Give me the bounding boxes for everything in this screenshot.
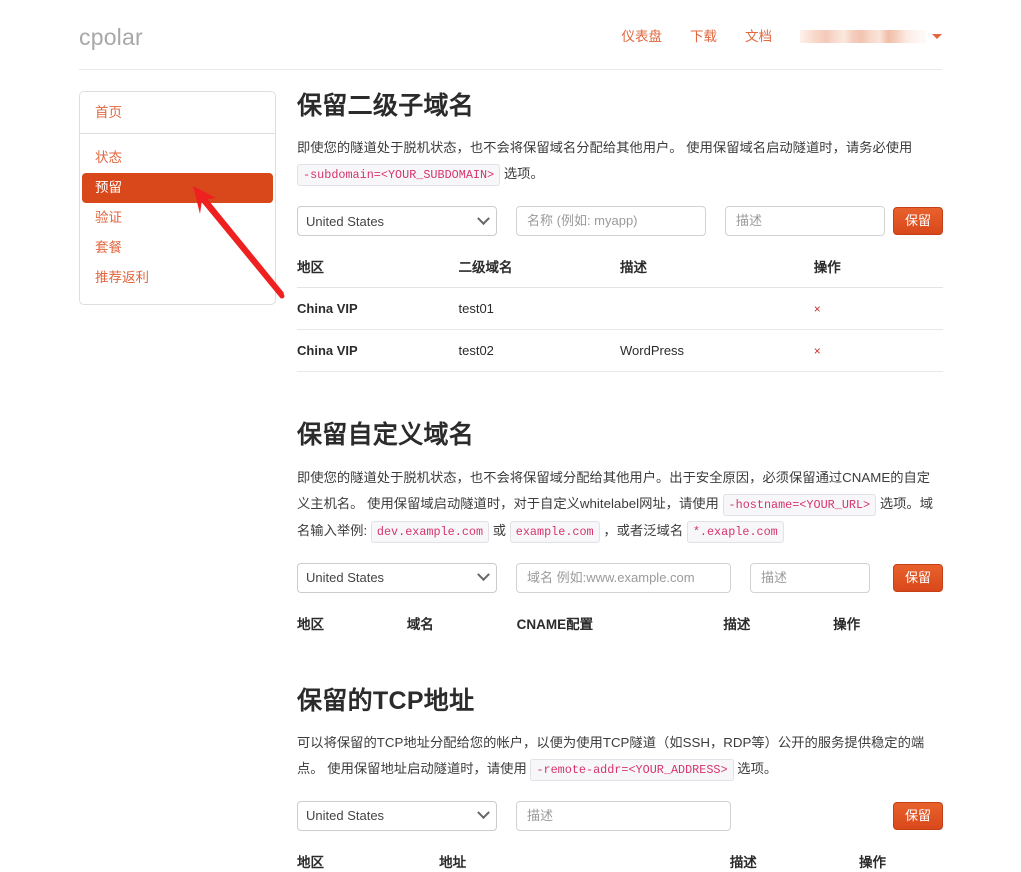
username-redacted [800, 30, 926, 43]
section-description-custom-domain: 即使您的隧道处于脱机状态，也不会将保留域分配给其他用户。出于安全原因，必须保留通… [297, 465, 937, 545]
nav-docs[interactable]: 文档 [731, 30, 786, 44]
section-spacer [297, 644, 943, 686]
reserve-button-subdomain[interactable]: 保留 [893, 207, 943, 235]
custom-domain-desc-input[interactable]: 描述 [750, 563, 870, 593]
sidebar-item-2[interactable]: 预留 [82, 173, 273, 203]
section-title-subdomain: 保留二级子域名 [297, 91, 943, 122]
column-header: 地区 [297, 604, 407, 644]
region-select-custom-domain[interactable]: United States [297, 563, 497, 593]
form-row-subdomain: United States 名称 (例如: myapp) 描述保留 [297, 206, 943, 236]
column-header: 地区 [297, 842, 439, 872]
column-header: 操作 [859, 842, 943, 872]
description-text: 即使您的隧道处于脱机状态，也不会将保留域名分配给其他用户。 使用保留域名启动隧道… [297, 140, 912, 155]
table-custom-domain: 地区域名CNAME配置描述操作 [297, 604, 943, 644]
section-title-tcp-address: 保留的TCP地址 [297, 686, 943, 717]
close-icon[interactable]: × [814, 302, 821, 316]
table-header-row: 地区地址描述操作 [297, 842, 943, 872]
subdomain-name-input[interactable]: 名称 (例如: myapp) [516, 206, 706, 236]
column-header: 描述 [723, 604, 833, 644]
column-header: 描述 [620, 247, 814, 288]
inline-code: -remote-addr=<YOUR_ADDRESS> [530, 759, 733, 781]
column-header: CNAME配置 [517, 604, 724, 644]
column-header: 地址 [439, 842, 730, 872]
table-header-row: 地区二级域名描述操作 [297, 247, 943, 288]
table-row: China VIPtest02WordPress× [297, 330, 943, 372]
chevron-down-icon [932, 34, 942, 39]
section-subdomain: 保留二级子域名即使您的隧道处于脱机状态，也不会将保留域名分配给其他用户。 使用保… [297, 91, 943, 372]
section-description-subdomain: 即使您的隧道处于脱机状态，也不会将保留域名分配给其他用户。 使用保留域名启动隧道… [297, 135, 937, 188]
table-tcp-address: 地区地址描述操作China VIP1.tcp.vip.cpolar.cn:207… [297, 842, 943, 872]
description-text: ，或者泛域名 [600, 523, 687, 538]
chevron-down-icon [477, 568, 490, 581]
region-select-value: United States [306, 214, 384, 229]
sidebar-nav-list: 状态预留验证套餐推荐返利 [80, 134, 275, 304]
inline-code: -subdomain=<YOUR_SUBDOMAIN> [297, 164, 500, 186]
page-root: cpolar 仪表盘 下载 文档 首页 状态预留验证套餐推荐返利 保留二级子域名… [0, 0, 1021, 872]
tcp-desc-input[interactable]: 描述 [516, 801, 731, 831]
section-custom-domain: 保留自定义域名即使您的隧道处于脱机状态，也不会将保留域分配给其他用户。出于安全原… [297, 420, 943, 643]
delete-row-button[interactable]: × [814, 288, 943, 330]
description-text: 选项。 [500, 166, 544, 181]
column-header: 二级域名 [459, 247, 621, 288]
inline-code: dev.example.com [371, 521, 489, 543]
table-cell [620, 288, 814, 330]
nav-download[interactable]: 下载 [676, 30, 731, 44]
nav-dashboard[interactable]: 仪表盘 [608, 30, 677, 44]
description-text: 选项。 [734, 761, 778, 776]
table-row: China VIPtest01 × [297, 288, 943, 330]
navbar-inner: cpolar 仪表盘 下载 文档 [79, 0, 942, 70]
custom-domain-input[interactable]: 域名 例如:www.example.com [516, 563, 731, 593]
user-menu[interactable] [786, 30, 942, 43]
region-select-value: United States [306, 570, 384, 585]
section-description-tcp-address: 可以将保留的TCP地址分配给您的帐户，以便为使用TCP隧道（如SSH，RDP等）… [297, 730, 937, 783]
table-header-row: 地区域名CNAME配置描述操作 [297, 604, 943, 644]
sidebar-item-3[interactable]: 验证 [80, 203, 275, 233]
table-cell: WordPress [620, 330, 814, 372]
table-cell: China VIP [297, 330, 459, 372]
inline-code: *.exaple.com [687, 521, 784, 543]
brand-logo[interactable]: cpolar [79, 26, 143, 49]
table-subdomain: 地区二级域名描述操作China VIPtest01×China VIPtest0… [297, 247, 943, 372]
table-cell: China VIP [297, 288, 459, 330]
inline-code: -hostname=<YOUR_URL> [723, 494, 877, 516]
sidebar-item-1[interactable]: 状态 [80, 143, 275, 173]
column-header: 操作 [833, 604, 943, 644]
sidebar-header-home[interactable]: 首页 [80, 92, 275, 134]
column-header: 地区 [297, 247, 459, 288]
main-content: 保留二级子域名即使您的隧道处于脱机状态，也不会将保留域名分配给其他用户。 使用保… [297, 91, 943, 872]
section-tcp-address: 保留的TCP地址可以将保留的TCP地址分配给您的帐户，以便为使用TCP隧道（如S… [297, 686, 943, 872]
region-select-value: United States [306, 808, 384, 823]
column-header: 域名 [407, 604, 517, 644]
top-navbar: cpolar 仪表盘 下载 文档 [0, 0, 1021, 71]
table-cell: test02 [459, 330, 621, 372]
inline-code: example.com [510, 521, 600, 543]
navbar-links: 仪表盘 下载 文档 [608, 30, 943, 44]
close-icon[interactable]: × [814, 344, 821, 358]
description-text: 或 [489, 523, 510, 538]
delete-row-button[interactable]: × [814, 330, 943, 372]
column-header: 描述 [730, 842, 859, 872]
reserve-button-tcp-address[interactable]: 保留 [893, 802, 943, 830]
subdomain-desc-input[interactable]: 描述 [725, 206, 885, 236]
section-title-custom-domain: 保留自定义域名 [297, 420, 943, 451]
chevron-down-icon [477, 212, 490, 225]
section-spacer [297, 372, 943, 420]
form-row-custom-domain: United States 域名 例如:www.example.com 描述保留 [297, 563, 943, 593]
sidebar-item-5[interactable]: 推荐返利 [80, 263, 275, 293]
region-select-tcp-address[interactable]: United States [297, 801, 497, 831]
reserve-button-custom-domain[interactable]: 保留 [893, 564, 943, 592]
region-select-subdomain[interactable]: United States [297, 206, 497, 236]
form-row-tcp-address: United States 描述 保留 [297, 801, 943, 831]
table-cell: test01 [459, 288, 621, 330]
sidebar-item-4[interactable]: 套餐 [80, 233, 275, 263]
chevron-down-icon [477, 807, 490, 820]
sidebar-panel: 首页 状态预留验证套餐推荐返利 [79, 91, 276, 305]
column-header: 操作 [814, 247, 943, 288]
